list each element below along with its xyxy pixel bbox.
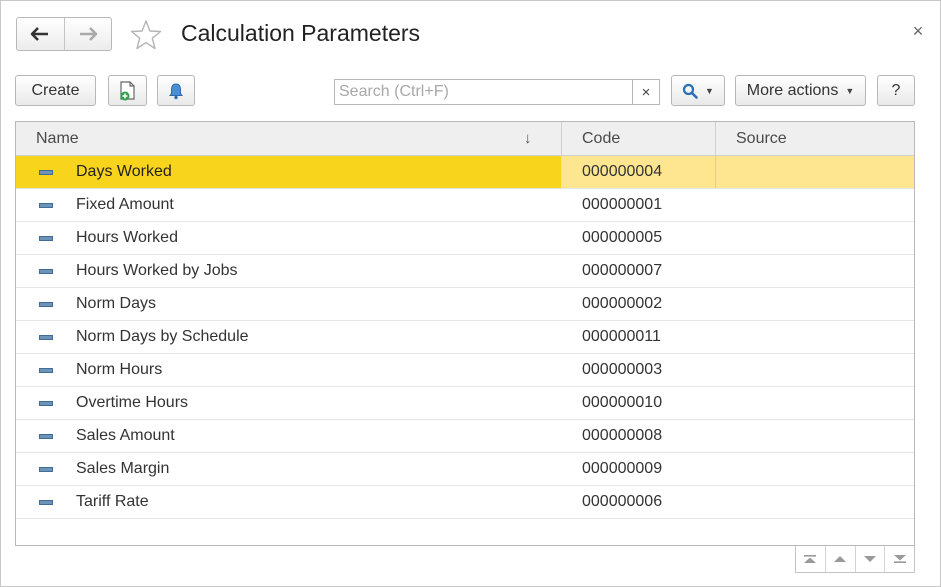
- table-row[interactable]: Days Worked 000000004: [16, 156, 914, 189]
- back-button[interactable]: [17, 18, 64, 50]
- new-document-icon: [119, 80, 135, 100]
- cell-code: 000000006: [582, 493, 663, 510]
- close-button[interactable]: ×: [908, 21, 928, 41]
- table-row[interactable]: Fixed Amount 000000001: [16, 189, 914, 222]
- form-window: Calculation Parameters × Create × ▼: [0, 0, 941, 587]
- catalog-item-icon: [39, 203, 53, 208]
- scroll-down-icon: [863, 556, 876, 562]
- cell-code: 000000004: [582, 163, 663, 180]
- scroll-to-bottom-button[interactable]: [884, 546, 914, 572]
- cell-name: Norm Days: [76, 295, 157, 312]
- cell-code: 000000003: [582, 361, 663, 378]
- magnifier-icon: [682, 83, 698, 99]
- table-header: Name ↓ Code Source: [16, 122, 914, 156]
- catalog-item-icon: [39, 269, 53, 274]
- catalog-item-icon: [39, 335, 53, 340]
- cell-name: Fixed Amount: [76, 196, 174, 213]
- cell-name: Overtime Hours: [76, 394, 189, 411]
- clear-icon: ×: [641, 83, 651, 101]
- column-header-name[interactable]: Name: [36, 122, 79, 155]
- cell-name: Days Worked: [76, 163, 172, 180]
- table-row[interactable]: Hours Worked 000000005: [16, 222, 914, 255]
- notify-button[interactable]: [157, 75, 195, 106]
- table-row[interactable]: Overtime Hours 000000010: [16, 387, 914, 420]
- copy-button[interactable]: [108, 75, 147, 106]
- catalog-item-icon: [39, 170, 53, 175]
- table-row[interactable]: Sales Amount 000000008: [16, 420, 914, 453]
- arrow-right-icon: [79, 27, 98, 41]
- cell-name: Sales Margin: [76, 460, 170, 477]
- page-title: Calculation Parameters: [181, 20, 421, 46]
- column-header-code[interactable]: Code: [582, 122, 620, 155]
- search-box: ×: [334, 79, 660, 105]
- catalog-item-icon: [39, 368, 53, 373]
- cell-name: Sales Amount: [76, 427, 175, 444]
- catalog-item-icon: [39, 500, 53, 505]
- parameters-table: Name ↓ Code Source Days Worked 000000004…: [15, 121, 915, 546]
- cell-name: Norm Hours: [76, 361, 163, 378]
- catalog-item-icon: [39, 467, 53, 472]
- catalog-item-icon: [39, 236, 53, 241]
- cell-name: Hours Worked: [76, 229, 178, 246]
- chevron-down-icon: ▼: [705, 85, 714, 96]
- close-icon: ×: [912, 20, 924, 41]
- arrow-left-icon: [30, 27, 49, 41]
- clear-search-button[interactable]: ×: [632, 80, 659, 104]
- cell-code: 000000002: [582, 295, 663, 312]
- bell-icon: [169, 82, 183, 99]
- cell-code: 000000009: [582, 460, 663, 477]
- table-row[interactable]: Norm Days by Schedule 000000011: [16, 321, 914, 354]
- column-header-source[interactable]: Source: [736, 122, 787, 155]
- cell-name: Tariff Rate: [76, 493, 149, 510]
- forward-button[interactable]: [63, 18, 112, 50]
- cell-name: Norm Days by Schedule: [76, 328, 249, 345]
- help-label: ?: [891, 81, 901, 99]
- table-row[interactable]: Norm Days 000000002: [16, 288, 914, 321]
- table-row[interactable]: Norm Hours 000000003: [16, 354, 914, 387]
- cell-name: Hours Worked by Jobs: [76, 262, 238, 279]
- table-row[interactable]: Hours Worked by Jobs 000000007: [16, 255, 914, 288]
- scroll-to-bottom-icon: [893, 555, 906, 563]
- cell-code: 000000005: [582, 229, 663, 246]
- catalog-item-icon: [39, 401, 53, 406]
- table-body: Days Worked 000000004 Fixed Amount 00000…: [16, 156, 914, 519]
- column-divider[interactable]: [715, 122, 716, 155]
- search-input[interactable]: [335, 80, 632, 104]
- chevron-down-icon: ▼: [845, 85, 855, 96]
- more-actions-label: More actions: [746, 81, 839, 99]
- catalog-item-icon: [39, 302, 53, 307]
- sort-descending-icon: ↓: [524, 130, 532, 147]
- star-outline-icon: [130, 20, 162, 50]
- scroll-down-button[interactable]: [854, 546, 885, 572]
- catalog-item-icon: [39, 434, 53, 439]
- create-button[interactable]: Create: [15, 75, 96, 106]
- more-actions-button[interactable]: More actions ▼: [735, 75, 866, 106]
- table-row[interactable]: Tariff Rate 000000006: [16, 486, 914, 519]
- cell-code: 000000008: [582, 427, 663, 444]
- scroll-up-icon: [834, 556, 847, 562]
- cell-code: 000000011: [582, 328, 661, 345]
- scroll-to-top-button[interactable]: [796, 546, 825, 572]
- cell-code: 000000001: [582, 196, 663, 213]
- table-row[interactable]: Sales Margin 000000009: [16, 453, 914, 486]
- scroll-up-button[interactable]: [824, 546, 855, 572]
- cell-code: 000000010: [582, 394, 663, 411]
- list-scroll-controls: [795, 546, 915, 573]
- cell-code: 000000007: [582, 262, 663, 279]
- scroll-to-top-icon: [804, 555, 817, 563]
- cell-divider: [715, 156, 716, 188]
- column-divider[interactable]: [561, 122, 562, 155]
- search-options-button[interactable]: ▼: [671, 75, 725, 106]
- create-button-label: Create: [31, 81, 80, 99]
- history-navigation: [16, 17, 112, 51]
- help-button[interactable]: ?: [877, 75, 915, 106]
- favorite-button[interactable]: [129, 18, 163, 52]
